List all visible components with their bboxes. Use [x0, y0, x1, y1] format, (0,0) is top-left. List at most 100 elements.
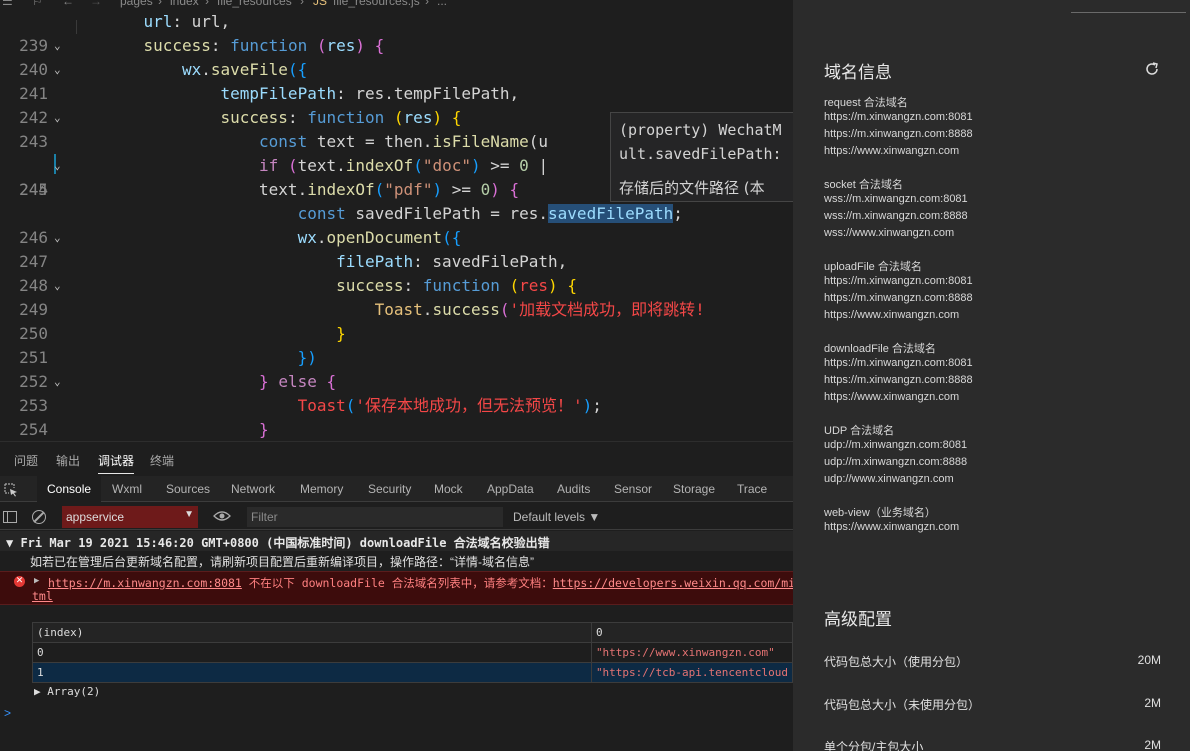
breadcrumb-separator: ›: [300, 0, 304, 8]
project-details-panel: 域名信息 request 合法域名 https://m.xinwangzn.co…: [793, 0, 1190, 751]
domain-url: https://m.xinwangzn.com:8888: [824, 292, 973, 304]
array-summary[interactable]: ▶ Array(2): [34, 685, 100, 698]
error-icon: ✕: [14, 576, 25, 587]
config-value: 2M: [1144, 696, 1161, 710]
code-text: filePath: savedFilePath,: [336, 252, 568, 271]
config-label: 代码包总大小（使用分包）: [824, 655, 969, 669]
tab-console[interactable]: Console: [37, 476, 102, 502]
error-url-link[interactable]: https://m.xinwangzn.com:8081: [48, 576, 242, 590]
domain-url: https://www.xinwangzn.com: [824, 145, 960, 157]
chevron-down-icon[interactable]: ⌄: [54, 58, 61, 82]
tab-debugger[interactable]: 调试器: [98, 452, 135, 474]
code-line[interactable]: 247 ⌄ wx.openDocument({: [0, 226, 793, 271]
tab-storage[interactable]: Storage: [673, 482, 715, 496]
tab-trace[interactable]: Trace: [737, 482, 767, 496]
breadcrumb-item[interactable]: file_resources.js: [333, 0, 420, 8]
filter-input[interactable]: [247, 507, 503, 527]
tab-audits[interactable]: Audits: [557, 482, 590, 496]
tab-problems[interactable]: 问题: [14, 452, 38, 469]
code-editor[interactable]: ☰ ⚐ ← → pages › index › file_resources ›…: [0, 0, 793, 441]
tab-network[interactable]: Network: [231, 482, 275, 496]
tab-terminal[interactable]: 终端: [150, 452, 174, 469]
context-select[interactable]: appservice ▼: [62, 506, 198, 528]
doc-link[interactable]: https://developers.weixin.qq.com/mini: [553, 576, 793, 590]
back-arrow-icon[interactable]: ←: [62, 0, 74, 8]
tab-appdata[interactable]: AppData: [487, 482, 534, 496]
tab-sensor[interactable]: Sensor: [614, 482, 652, 496]
console-group-header[interactable]: ▼ Fri Mar 19 2021 15:46:20 GMT+0800 (中国标…: [0, 531, 793, 551]
expand-arrow-icon[interactable]: ▶: [34, 576, 39, 586]
code-line[interactable]: 251 }: [0, 322, 793, 367]
domain-url: udp://m.xinwangzn.com:8888: [824, 456, 968, 468]
chevron-down-icon[interactable]: ⌄: [54, 274, 61, 298]
chevron-down-icon[interactable]: ⌄: [54, 154, 61, 178]
code-line[interactable]: 253 ⌄ } else {: [0, 370, 793, 415]
tooltip-doc: 存储后的文件路径 (本: [619, 179, 765, 197]
tab-wxml[interactable]: Wxml: [112, 482, 142, 496]
refresh-icon[interactable]: [1144, 61, 1160, 77]
doc-link-continuation[interactable]: tml: [32, 589, 53, 603]
code-line[interactable]: 241 ⌄ wx.saveFile({: [0, 58, 793, 103]
error-text: 不在以下 downloadFile 合法域名列表中，请参考文档：: [241, 576, 553, 590]
dropdown-arrow-icon: ▼: [184, 509, 194, 520]
code-line[interactable]: 248 filePath: savedFilePath,: [0, 250, 793, 295]
code-text: } else {: [259, 372, 337, 391]
domain-url: https://www.xinwangzn.com: [824, 309, 960, 321]
chevron-down-icon[interactable]: ⌄: [54, 226, 61, 250]
tab-sources[interactable]: Sources: [166, 482, 210, 496]
menu-icon[interactable]: ☰: [2, 0, 13, 8]
code-line[interactable]: 252 }): [0, 346, 793, 391]
chevron-down-icon[interactable]: ⌄: [54, 34, 61, 58]
domain-url: wss://www.xinwangzn.com: [824, 227, 955, 239]
code-line[interactable]: 255 }: [0, 418, 793, 441]
breadcrumb-item[interactable]: file_resources: [217, 0, 292, 8]
code-text: if (text.indexOf("doc") >= 0 |: [259, 156, 549, 175]
domain-group-label: web-view（业务域名）: [824, 507, 936, 519]
domain-group-label: downloadFile 合法域名: [824, 343, 936, 355]
hover-tooltip: (property) WechatM ult.savedFilePath: 存储…: [610, 112, 793, 202]
inspect-element-icon[interactable]: [4, 483, 18, 497]
table-cell-index: 1: [32, 662, 592, 683]
eye-icon[interactable]: [213, 510, 231, 522]
tab-output[interactable]: 输出: [56, 452, 80, 469]
forward-arrow-icon[interactable]: →: [90, 0, 102, 8]
context-value: appservice: [66, 510, 125, 524]
error-message: https://m.xinwangzn.com:8081 不在以下 downlo…: [48, 575, 793, 591]
breadcrumb-item[interactable]: index: [170, 0, 199, 8]
console-prompt[interactable]: >: [4, 706, 11, 720]
code-line[interactable]: 249 ⌄ success: function (res) {: [0, 274, 793, 319]
tab-security[interactable]: Security: [368, 482, 411, 496]
table-header[interactable]: 0: [590, 622, 793, 643]
code-line[interactable]: 246 const savedFilePath = res.savedFileP…: [0, 202, 793, 247]
breadcrumb-item[interactable]: pages: [120, 0, 153, 8]
config-label: 单个分包/主包大小: [824, 740, 924, 751]
bookmark-icon[interactable]: ⚐: [32, 0, 43, 8]
tab-mock[interactable]: Mock: [434, 482, 463, 496]
clear-console-icon[interactable]: [32, 510, 46, 524]
code-line[interactable]: 254 Toast('保存本地成功，但无法预览！');: [0, 394, 793, 439]
domain-url: https://m.xinwangzn.com:8888: [824, 374, 973, 386]
code-text: const savedFilePath = res.savedFilePath;: [297, 204, 683, 223]
console-table: (index) 0 0 "https://www.xinwangzn.com" …: [32, 622, 793, 683]
code-line[interactable]: 250 Toast.success('加载文档成功，即将跳转!: [0, 298, 793, 343]
log-levels-select[interactable]: Default levels ▼: [513, 510, 600, 524]
code-text: url: url,: [76, 10, 230, 34]
chevron-down-icon[interactable]: ⌄: [54, 106, 61, 130]
code-lines[interactable]: 239 url: url, 240 ⌄ success: function (r…: [0, 10, 793, 441]
code-line[interactable]: 242 tempFilePath: res.tempFilePath,: [0, 82, 793, 127]
code-line[interactable]: 239 url: url,: [0, 10, 793, 55]
breadcrumb-separator: ›: [425, 0, 429, 8]
breadcrumb-item[interactable]: ...: [437, 0, 447, 8]
table-row[interactable]: 0 "https://www.xinwangzn.com": [32, 642, 793, 663]
tab-memory[interactable]: Memory: [300, 482, 343, 496]
code-text: success: function (res) {: [220, 108, 462, 127]
domain-group-label: UDP 合法域名: [824, 425, 895, 437]
chevron-down-icon[interactable]: ⌄: [54, 370, 61, 394]
code-line[interactable]: 240 ⌄ success: function (res) {: [0, 34, 793, 79]
domain-url: udp://m.xinwangzn.com:8081: [824, 439, 968, 451]
table-row[interactable]: 1 "https://tcb-api.tencentcloud: [32, 662, 793, 683]
sidebar-toggle-icon[interactable]: [3, 511, 17, 523]
domain-url: https://m.xinwangzn.com:8081: [824, 111, 973, 123]
group-title: Fri Mar 19 2021 15:46:20 GMT+0800 (中国标准时…: [20, 536, 550, 550]
table-header[interactable]: (index): [32, 622, 592, 643]
